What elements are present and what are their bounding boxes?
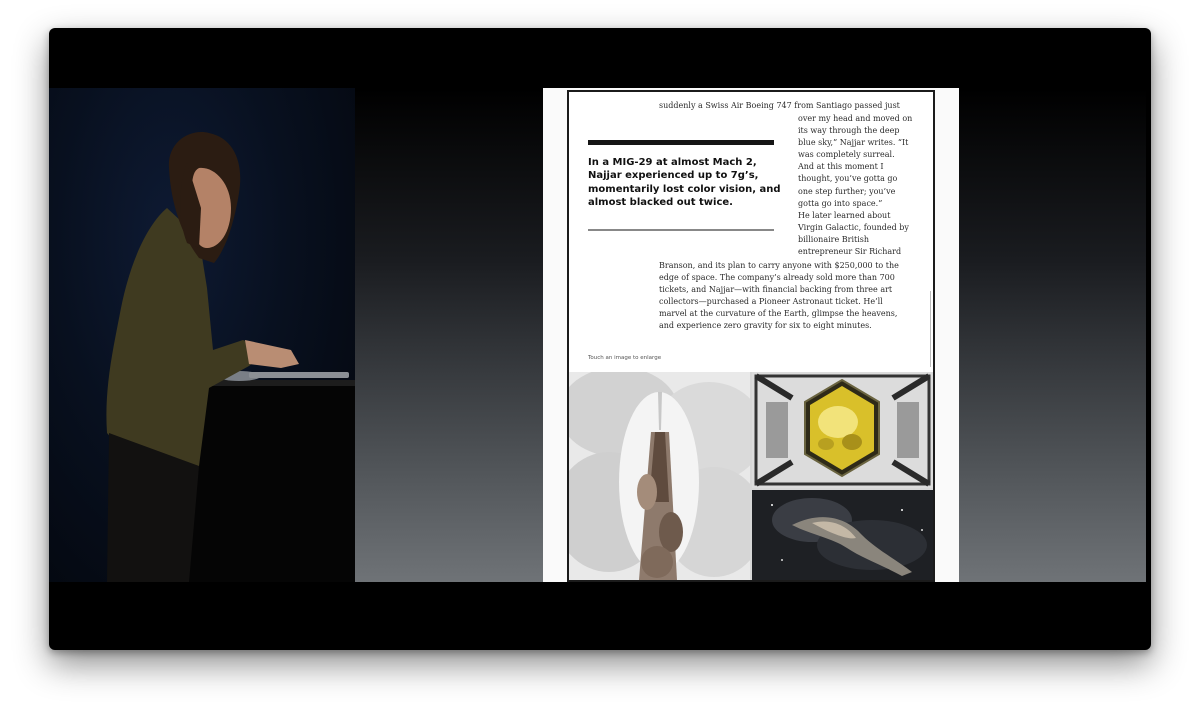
gallery-image-capsule[interactable]: [752, 372, 933, 488]
article-text-line: over my head and moved on: [798, 114, 913, 123]
article-text-line: thought, you’ve gotta go: [798, 174, 898, 184]
article-text-line: And at this moment I: [798, 162, 884, 172]
pull-quote-line: Najjar experienced up to 7g’s,: [588, 170, 759, 182]
gallery-image-nebula[interactable]: [752, 490, 933, 580]
article-text-line: billionaire British: [798, 234, 870, 244]
pull-quote-line: almost blacked out twice.: [588, 197, 733, 209]
article-text-column: over my head and moved on its way throug…: [798, 113, 928, 258]
presentation-frame: suddenly a Swiss Air Boeing 747 from San…: [49, 28, 1151, 650]
gallery-caption: Touch an image to enlarge: [588, 355, 662, 361]
article-text-line: entrepreneur Sir Richard: [798, 247, 902, 257]
article-text-line: its way through the deep: [798, 126, 900, 136]
presenter-image: [106, 132, 355, 582]
golden-hexagon-capsule-photo-icon: [752, 372, 933, 488]
scroll-indicator[interactable]: [930, 291, 931, 367]
article-text-line: He later learned about: [798, 210, 891, 220]
article-text-line: marvel at the curvature of the Earth, gl…: [659, 309, 898, 319]
gallery-image-rocket-launch[interactable]: [569, 372, 750, 580]
article-text-line: was completely surreal.: [798, 150, 895, 160]
ipad-screen: suddenly a Swiss Air Boeing 747 from San…: [567, 90, 935, 582]
pull-quote-line: momentarily lost color vision, and: [588, 183, 781, 195]
article-text-line: collectors—purchased a Pioneer Astronaut…: [659, 297, 883, 307]
article-text-top-line: suddenly a Swiss Air Boeing 747 from San…: [659, 101, 900, 110]
article-text-line: edge of space. The company’s already sol…: [659, 273, 895, 283]
image-gallery: [569, 372, 933, 580]
ipad-mirror-display: suddenly a Swiss Air Boeing 747 from San…: [543, 88, 959, 582]
article-text-line: Virgin Galactic, founded by: [798, 222, 909, 232]
pull-quote: In a MIG-29 at almost Mach 2, Najjar exp…: [588, 156, 784, 210]
article-text-wide: Branson, and its plan to carry anyone wi…: [659, 260, 919, 333]
nebula-space-photo-icon: [752, 490, 933, 580]
article-text-line: and experience zero gravity for six to e…: [659, 321, 872, 331]
article-text-line: Branson, and its plan to carry anyone wi…: [659, 261, 899, 270]
article-text-line: one step further; you’ve: [798, 186, 896, 196]
article-text-line: gotta go into space.”: [798, 198, 883, 208]
article-text-line: blue sky,” Najjar writes. “It: [798, 138, 909, 148]
pull-quote-line: In a MIG-29 at almost Mach 2,: [588, 157, 757, 168]
rocket-launch-smoke-photo-icon: [569, 372, 750, 580]
article-body: suddenly a Swiss Air Boeing 747 from San…: [569, 92, 933, 372]
pull-quote-top-rule: [588, 140, 774, 145]
presenter-video-inset: [49, 88, 355, 582]
pull-quote-bottom-rule: [588, 229, 774, 231]
article-text-line: tickets, and Najjar—with financial backi…: [659, 285, 893, 295]
